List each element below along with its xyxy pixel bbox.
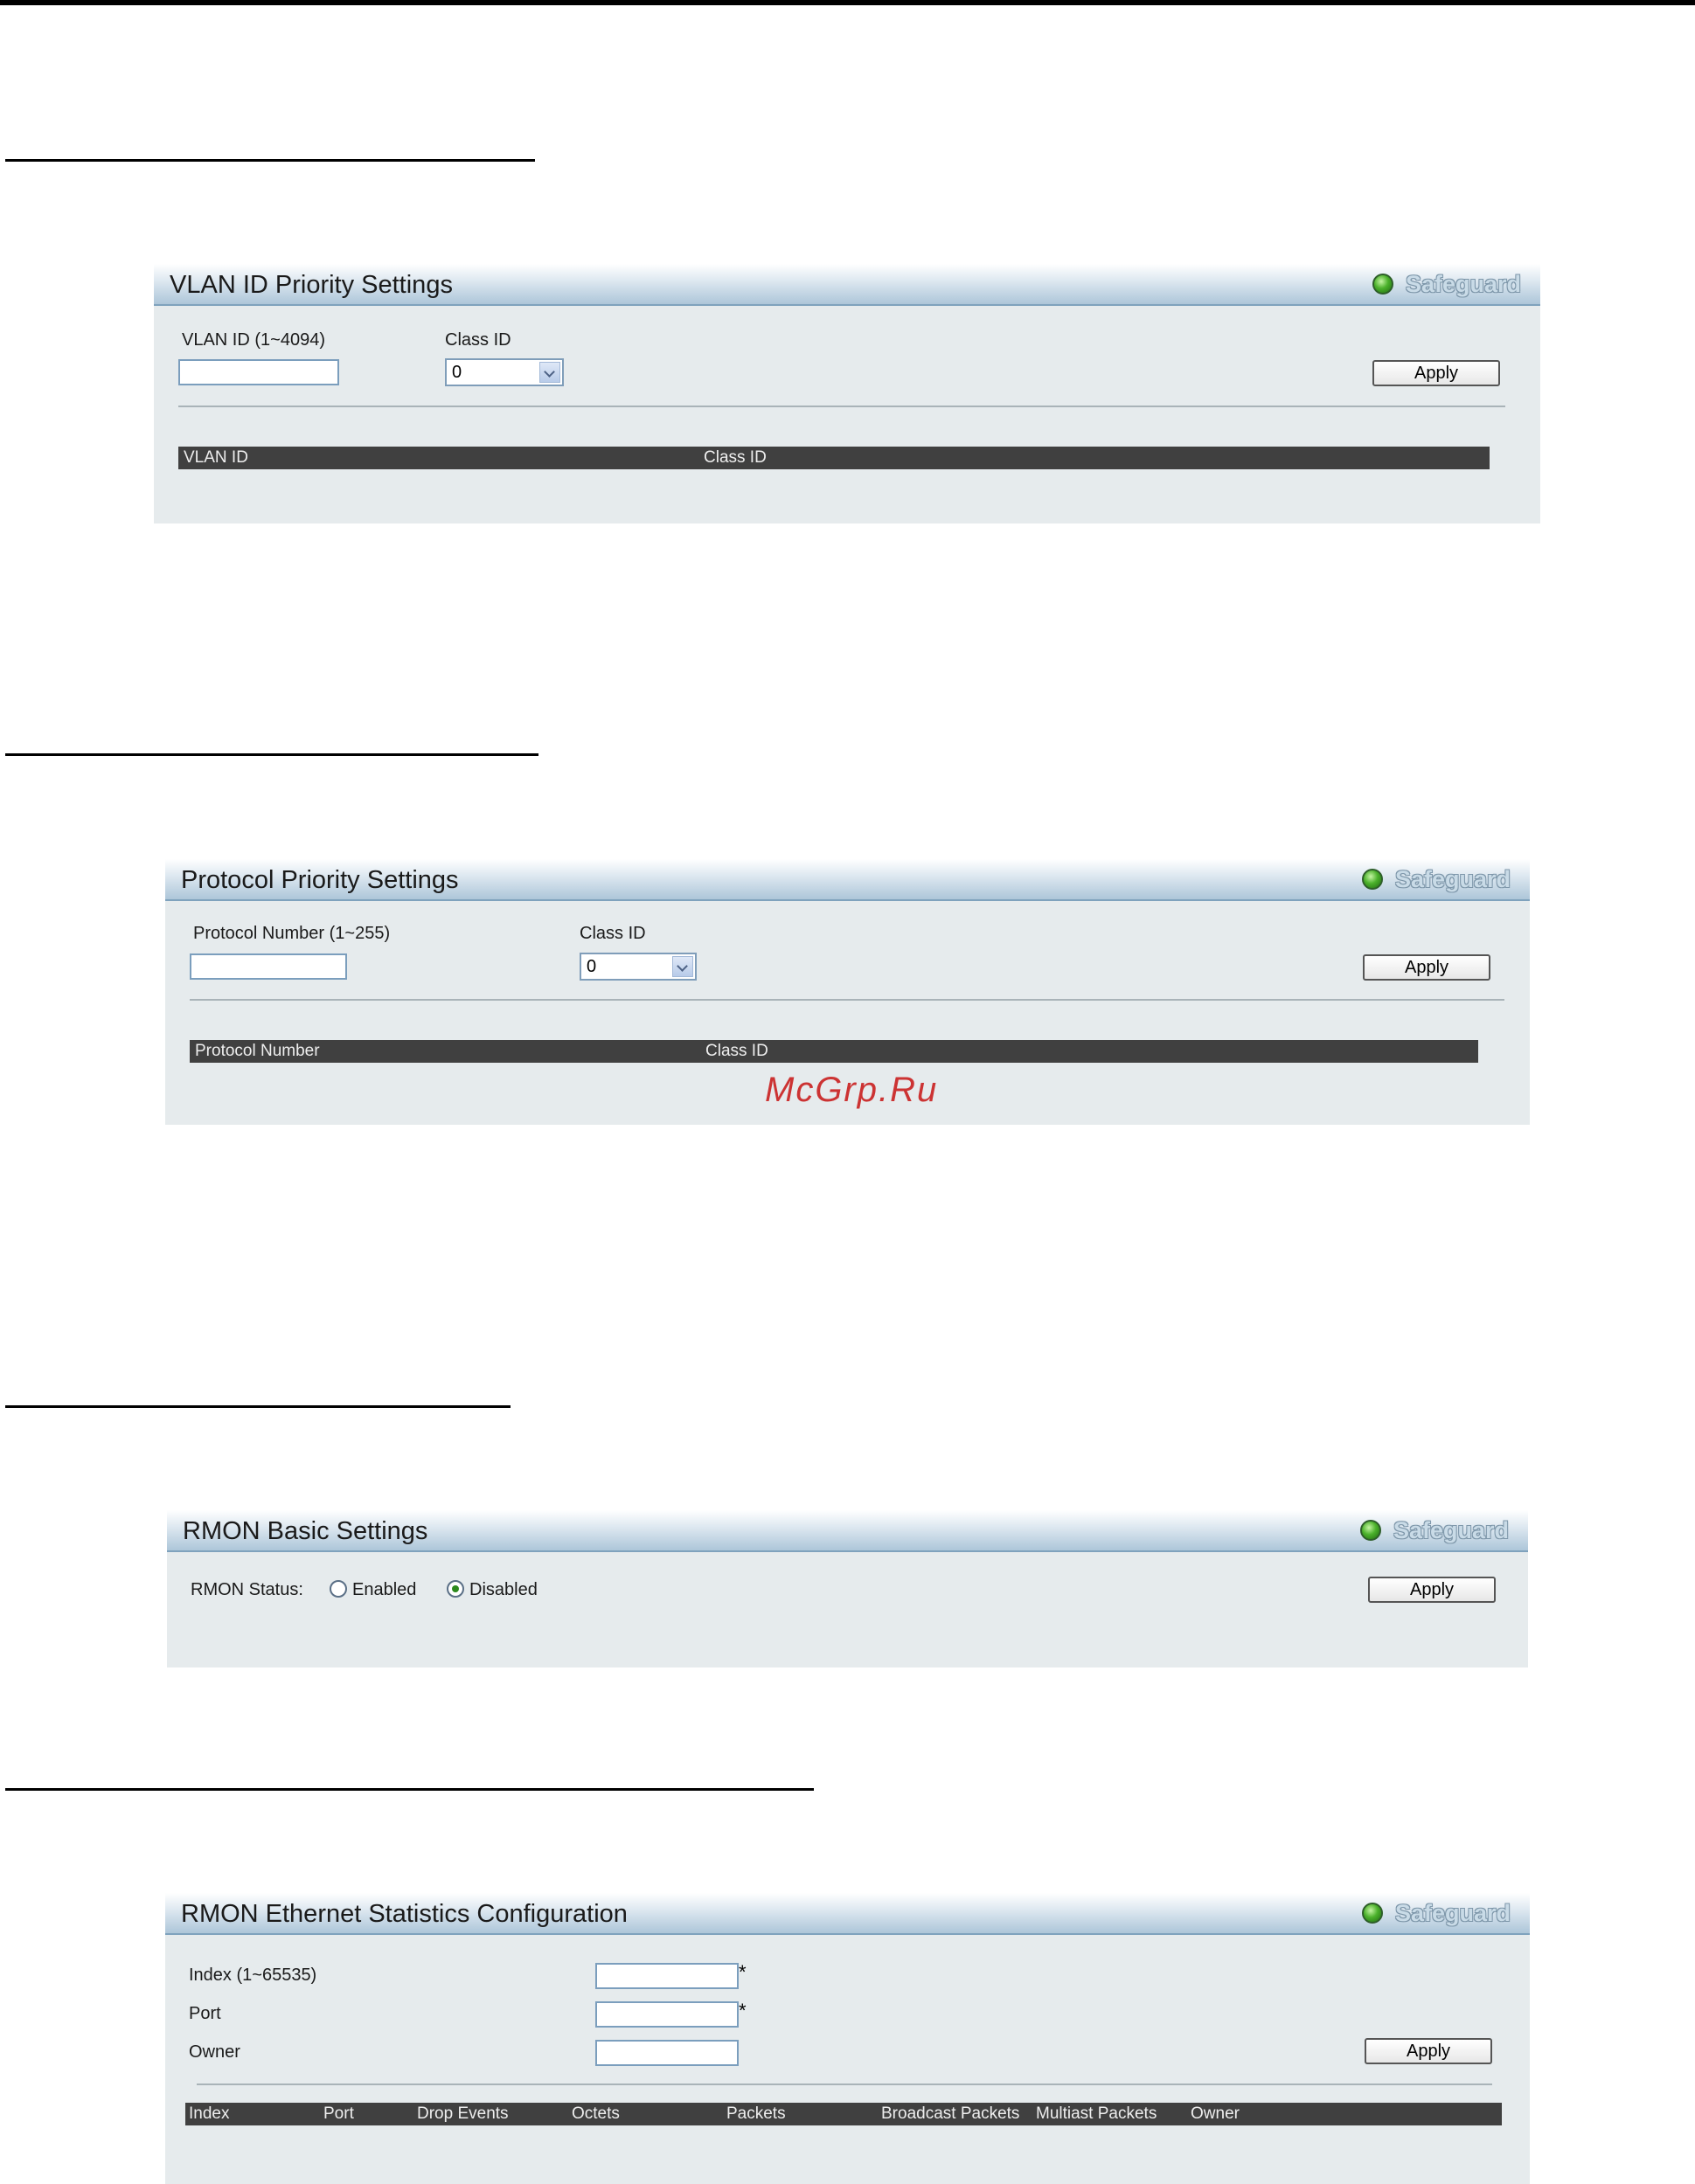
column-header-vlan-id: VLAN ID bbox=[184, 448, 248, 467]
column-header-owner: Owner bbox=[1191, 2104, 1240, 2123]
class-id-selected-value: 0 bbox=[587, 957, 597, 976]
panel-header: Protocol Priority Settings Safeguard bbox=[165, 859, 1530, 901]
class-id-select[interactable]: 0 bbox=[445, 358, 564, 386]
class-id-label: Class ID bbox=[580, 924, 646, 943]
safeguard-status-icon bbox=[1361, 869, 1383, 890]
safeguard-indicator: Safeguard bbox=[1361, 865, 1511, 892]
vlan-priority-panel: VLAN ID Priority Settings Safeguard VLAN… bbox=[154, 264, 1540, 523]
protocol-number-input[interactable] bbox=[190, 953, 347, 980]
column-header-port: Port bbox=[323, 2104, 354, 2123]
safeguard-indicator: Safeguard bbox=[1372, 271, 1521, 297]
column-header-protocol-number: Protocol Number bbox=[195, 1042, 320, 1060]
owner-label: Owner bbox=[189, 2042, 240, 2062]
vlan-id-label: VLAN ID (1~4094) bbox=[182, 330, 325, 350]
safeguard-label: Safeguard bbox=[1405, 270, 1521, 297]
rmon-enabled-radio[interactable] bbox=[330, 1580, 347, 1598]
table-header: Index Port Drop Events Octets Packets Br… bbox=[185, 2103, 1502, 2125]
divider bbox=[197, 2083, 1492, 2085]
required-mark: * bbox=[739, 2000, 747, 2021]
panel-header: RMON Ethernet Statistics Configuration S… bbox=[165, 1893, 1530, 1935]
rmon-basic-panel: RMON Basic Settings Safeguard RMON Statu… bbox=[167, 1510, 1528, 1667]
chevron-down-icon[interactable] bbox=[539, 362, 560, 383]
page-top-rule bbox=[0, 0, 1695, 5]
divider bbox=[190, 999, 1504, 1001]
protocol-number-label: Protocol Number (1~255) bbox=[193, 924, 391, 943]
apply-button[interactable]: Apply bbox=[1368, 1577, 1496, 1603]
index-label: Index (1~65535) bbox=[189, 1966, 317, 1985]
column-header-drop-events: Drop Events bbox=[417, 2104, 509, 2123]
column-header-class-id: Class ID bbox=[704, 448, 767, 467]
panel-title: RMON Basic Settings bbox=[183, 1517, 428, 1545]
index-input[interactable] bbox=[595, 1963, 739, 1989]
rmon-disabled-label: Disabled bbox=[469, 1580, 538, 1599]
apply-button[interactable]: Apply bbox=[1365, 2038, 1492, 2064]
chevron-down-icon[interactable] bbox=[672, 956, 693, 977]
rmon-ethernet-stats-panel: RMON Ethernet Statistics Configuration S… bbox=[165, 1893, 1530, 2184]
panel-header: RMON Basic Settings Safeguard bbox=[167, 1510, 1528, 1552]
panel-title: RMON Ethernet Statistics Configuration bbox=[181, 1900, 628, 1928]
class-id-selected-value: 0 bbox=[452, 363, 462, 382]
safeguard-status-icon bbox=[1361, 1903, 1383, 1924]
watermark-text: McGrp.Ru bbox=[765, 1071, 939, 1109]
panel-title: Protocol Priority Settings bbox=[181, 866, 459, 894]
panel-title: VLAN ID Priority Settings bbox=[170, 271, 453, 299]
safeguard-label: Safeguard bbox=[1393, 1516, 1509, 1543]
safeguard-status-icon bbox=[1359, 1520, 1381, 1541]
apply-button[interactable]: Apply bbox=[1363, 954, 1490, 981]
section-rule bbox=[5, 753, 538, 756]
panel-header: VLAN ID Priority Settings Safeguard bbox=[154, 264, 1540, 306]
column-header-multicast-packets: Multiast Packets bbox=[1036, 2104, 1157, 2123]
rmon-enabled-label: Enabled bbox=[352, 1580, 417, 1599]
safeguard-indicator: Safeguard bbox=[1361, 1899, 1511, 1926]
column-header-index: Index bbox=[189, 2104, 230, 2123]
safeguard-status-icon bbox=[1372, 274, 1393, 295]
rmon-status-label: RMON Status: bbox=[191, 1580, 303, 1599]
class-id-select[interactable]: 0 bbox=[580, 953, 697, 981]
apply-button[interactable]: Apply bbox=[1372, 360, 1500, 386]
table-header: Protocol Number Class ID bbox=[190, 1040, 1478, 1063]
section-rule bbox=[5, 1405, 511, 1408]
column-header-octets: Octets bbox=[572, 2104, 620, 2123]
class-id-label: Class ID bbox=[445, 330, 511, 350]
owner-input[interactable] bbox=[595, 2040, 739, 2066]
section-rule bbox=[5, 159, 535, 162]
safeguard-label: Safeguard bbox=[1394, 1899, 1511, 1926]
safeguard-indicator: Safeguard bbox=[1359, 1516, 1509, 1543]
section-rule bbox=[5, 1788, 814, 1791]
column-header-packets: Packets bbox=[726, 2104, 786, 2123]
vlan-id-input[interactable] bbox=[178, 359, 339, 385]
divider bbox=[178, 406, 1505, 407]
port-label: Port bbox=[189, 2004, 221, 2023]
port-input[interactable] bbox=[595, 2001, 739, 2028]
rmon-disabled-radio[interactable] bbox=[447, 1580, 464, 1598]
column-header-broadcast-packets: Broadcast Packets bbox=[881, 2104, 1020, 2123]
required-mark: * bbox=[739, 1961, 747, 1983]
column-header-class-id: Class ID bbox=[705, 1042, 768, 1060]
safeguard-label: Safeguard bbox=[1394, 865, 1511, 892]
table-header: VLAN ID Class ID bbox=[178, 447, 1490, 469]
